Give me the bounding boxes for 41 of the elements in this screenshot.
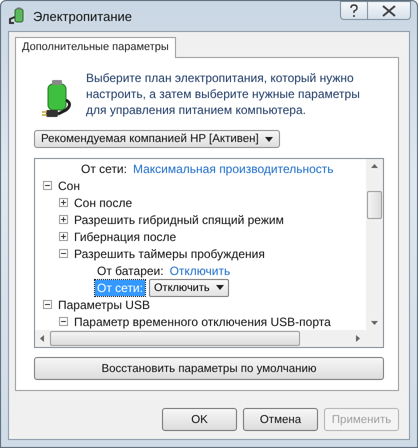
plan-dropdown[interactable]: Рекомендуемая компанией HP [Активен] [34,130,280,148]
scroll-down-icon [371,321,378,325]
setting-label: От батареи: [96,262,165,278]
tree-item[interactable]: Параметры USB [58,298,150,312]
setting-label: От сети: [80,160,128,176]
vertical-scrollbar[interactable] [366,159,383,330]
tree-item[interactable]: Параметр временного отключения USB-порта [74,314,331,328]
setting-label: От сети: [95,280,145,296]
tree-item[interactable]: Гибернация после [74,230,176,244]
tree-expander-icon[interactable] [59,317,68,326]
tree-expander-icon[interactable] [43,300,52,309]
setting-value-link[interactable]: Отключить [170,264,230,278]
tree-expander-icon[interactable] [59,249,68,258]
scroll-left-icon [40,335,44,342]
dialog-button[interactable]: Отмена [243,408,318,431]
close-icon [382,4,396,16]
tree-item[interactable]: Сон после [74,196,132,210]
setting-value-link[interactable]: Максимальная производительность [132,162,334,176]
tree-expander-icon[interactable] [59,198,68,207]
tree-expander-icon[interactable] [43,181,52,190]
window-title: Электропитание [33,8,132,24]
help-button[interactable] [340,1,367,20]
value-dropdown[interactable]: Отключить [148,278,229,296]
tree-expander-icon[interactable] [59,232,68,241]
description-text: Выберите план электропитания, который нужно настроить, а затем выберите нужные параметры для управления питанием компьютера. [86,70,361,118]
help-icon [349,4,359,18]
scroll-thumb[interactable] [367,190,382,218]
scroll-thumb[interactable] [50,331,300,346]
restore-defaults-button[interactable]: Восстановить параметры по умолчанию [34,357,384,380]
caret-icon [216,285,224,290]
scroll-right-icon [356,335,360,342]
caret-icon [264,136,273,142]
tree-expander-icon[interactable] [59,215,68,224]
tree-item[interactable]: Сон [58,178,80,192]
tree-item[interactable]: Разрешить гибридный спящий режим [74,212,284,226]
battery-plug-icon [40,78,74,118]
tab[interactable]: Дополнительные параметры [15,37,176,58]
dialog-button[interactable]: OK [162,408,237,431]
tree-item[interactable]: Разрешить таймеры пробуждения [74,246,265,260]
close-button[interactable] [367,1,411,20]
scroll-up-icon [371,164,378,168]
